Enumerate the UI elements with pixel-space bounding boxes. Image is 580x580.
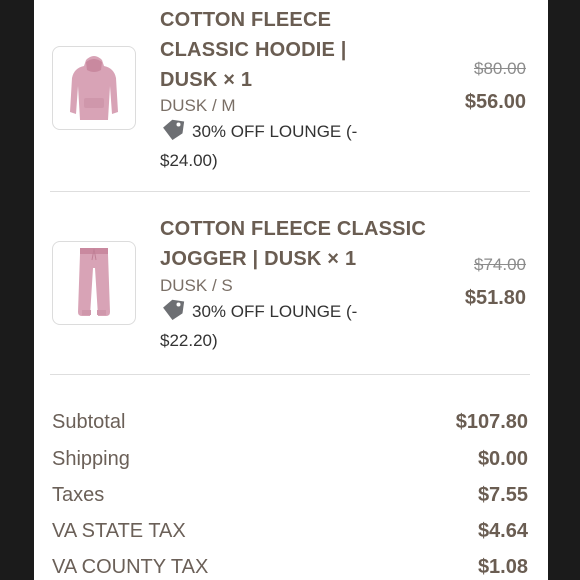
summary-label: Shipping bbox=[52, 448, 130, 470]
summary-value: $107.80 bbox=[455, 411, 528, 433]
hoodie-image bbox=[70, 56, 118, 120]
tag-icon bbox=[160, 118, 186, 148]
discount-line: 30% OFF LOUNGE (- $24.00) bbox=[160, 118, 400, 174]
jogger-image bbox=[78, 248, 110, 316]
discount-text: $22.20) bbox=[160, 331, 218, 350]
order-summary-panel: COTTON FLEECE CLASSIC HOODIE | DUSK × 1 … bbox=[34, 0, 548, 580]
item-title-line: COTTON FLEECE CLASSIC bbox=[160, 218, 427, 240]
discount-text: 30% OFF LOUNGE (- bbox=[192, 302, 358, 321]
summary-label: Subtotal bbox=[52, 411, 126, 433]
summary-label: VA STATE TAX bbox=[52, 520, 186, 542]
hoodie-thumbnail[interactable] bbox=[52, 46, 136, 130]
item-title[interactable]: COTTON FLEECE CLASSIC HOODIE | DUSK × 1 bbox=[160, 5, 370, 95]
discount-text: 30% OFF LOUNGE (- bbox=[192, 122, 358, 141]
summary-value: $1.08 bbox=[477, 556, 528, 578]
discount-text: $24.00) bbox=[160, 151, 218, 170]
summary-row-subtotal: Subtotal $107.80 bbox=[52, 411, 528, 441]
summary-label: Taxes bbox=[52, 484, 105, 506]
jogger-thumbnail[interactable] bbox=[52, 241, 136, 325]
original-price: $80.00 bbox=[474, 59, 526, 78]
item-title-line: CLASSIC HOODIE | bbox=[160, 39, 347, 61]
sale-price: $56.00 bbox=[464, 91, 526, 113]
summary-value: $4.64 bbox=[477, 520, 528, 542]
item-title-line: JOGGER | DUSK × 1 bbox=[160, 248, 357, 270]
summary-value: $0.00 bbox=[477, 448, 528, 470]
summary-row-va-state-tax: VA STATE TAX $4.64 bbox=[52, 520, 528, 550]
original-price: $74.00 bbox=[474, 255, 526, 274]
divider bbox=[50, 374, 530, 375]
summary-row-shipping: Shipping $0.00 bbox=[52, 448, 528, 478]
summary-label: VA COUNTY TAX bbox=[52, 556, 209, 578]
sale-price: $51.80 bbox=[464, 287, 526, 309]
discount-line: 30% OFF LOUNGE (- $22.20) bbox=[160, 298, 400, 354]
item-title-line: COTTON FLEECE bbox=[160, 9, 332, 31]
item-variant: DUSK / S bbox=[160, 276, 233, 295]
item-title-line: DUSK × 1 bbox=[160, 69, 253, 91]
summary-row-va-county-tax: VA COUNTY TAX $1.08 bbox=[52, 556, 528, 580]
divider bbox=[50, 191, 530, 192]
summary-value: $7.55 bbox=[477, 484, 528, 506]
item-title[interactable]: COTTON FLEECE CLASSIC JOGGER | DUSK × 1 bbox=[160, 214, 460, 274]
tag-icon bbox=[160, 298, 186, 328]
item-variant: DUSK / M bbox=[160, 96, 236, 115]
summary-row-taxes: Taxes $7.55 bbox=[52, 484, 528, 514]
